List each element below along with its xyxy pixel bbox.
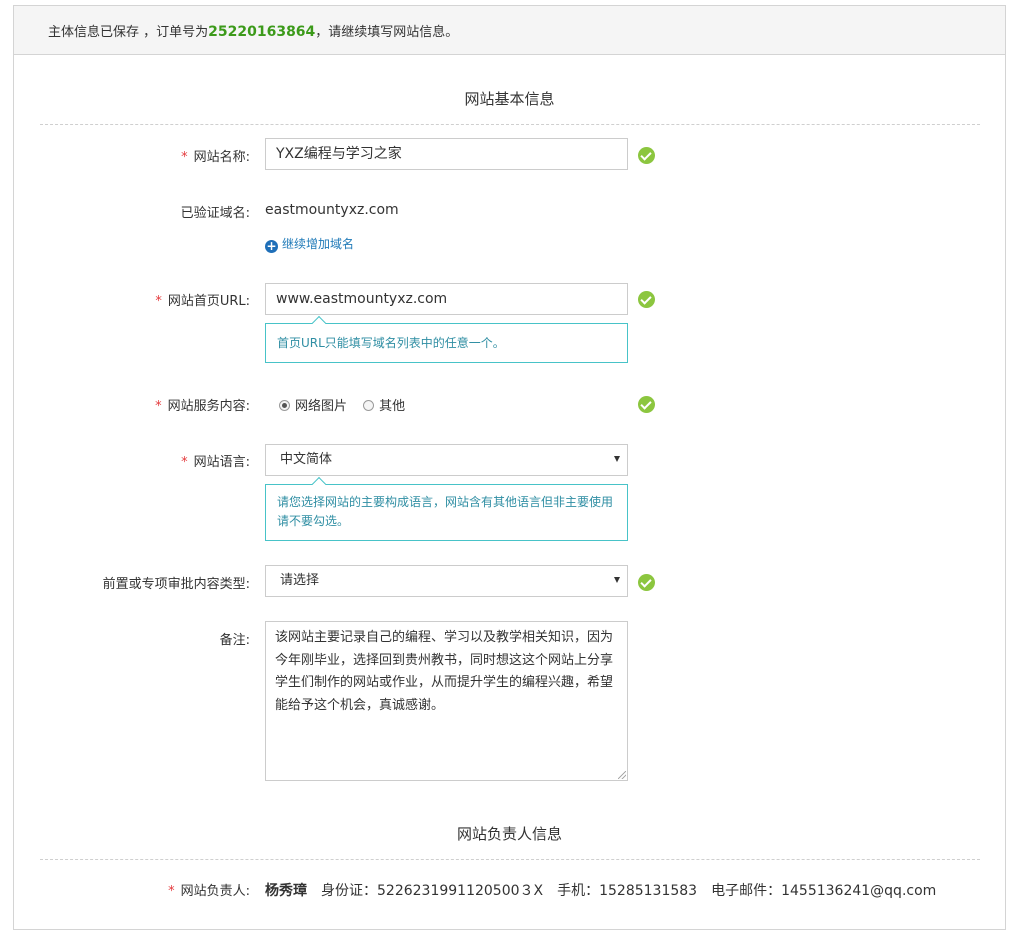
add-domain-link[interactable]: + 继续增加域名 (265, 235, 354, 253)
resize-grip-icon[interactable] (618, 771, 626, 779)
owner-label: * 网站负责人: (168, 884, 250, 899)
owner-email: 电子邮件：1455136241@qq.com (711, 883, 937, 899)
banner-text-after: ，请继续填写网站信息。 (315, 25, 459, 40)
valid-check-icon (638, 147, 655, 164)
radio-selected-icon (279, 400, 290, 411)
valid-check-icon (638, 574, 655, 591)
basic-info-title: 网站基本信息 (464, 90, 555, 108)
dropdown-arrow-icon (614, 577, 620, 583)
owner-id-card: 身份证：5226231991120500３X (321, 883, 544, 899)
banner-message: 主体信息已保存 ，订单号为25220163864，请继续填写网站信息。 (48, 21, 458, 40)
language-label: * 网站语言: (181, 455, 250, 470)
home-url-input[interactable]: www.eastmountyxz.com (265, 283, 628, 315)
home-url-label: * 网站首页URL: (155, 294, 250, 309)
section-divider (40, 124, 980, 125)
owner-phone: 手机：15285131583 (557, 883, 698, 899)
banner-text-before: 主体信息已保存 ，订单号为 (48, 25, 209, 40)
dropdown-arrow-icon (614, 456, 620, 462)
verified-domain-value: eastmountyxz.com (265, 202, 399, 218)
section-divider (40, 859, 980, 860)
verified-domain-label: 已验证域名: (180, 206, 250, 221)
plus-circle-icon: + (265, 239, 278, 253)
required-mark: * (181, 150, 188, 165)
form-frame: 主体信息已保存 ，订单号为25220163864，请继续填写网站信息。 网站基本… (13, 5, 1006, 930)
owner-info-title: 网站负责人信息 (456, 825, 562, 843)
valid-check-icon (638, 396, 655, 413)
radio-network-images[interactable]: 网络图片 (279, 399, 347, 414)
home-url-tip: 首页URL只能填写域名列表中的任意一个。 (265, 323, 628, 363)
remarks-textarea[interactable]: 该网站主要记录自己的编程、学习以及教学相关知识，因为今年刚毕业，选择回到贵州教书… (265, 621, 628, 781)
site-name-input[interactable]: YXZ编程与学习之家 (265, 138, 628, 170)
owner-info: 杨秀璋 身份证：5226231991120500３X 手机：15285131583 电… (265, 880, 936, 900)
save-status-banner: 主体信息已保存 ，订单号为25220163864，请继续填写网站信息。 (14, 6, 1005, 55)
radio-other[interactable]: 其他 (363, 399, 405, 414)
service-content-radios: 网络图片 其他 (279, 395, 417, 414)
owner-name: 杨秀璋 (265, 883, 307, 899)
approval-type-label: 前置或专项审批内容类型: (102, 577, 250, 592)
site-name-label: * 网站名称: (181, 150, 250, 165)
language-select[interactable]: 中文简体 (265, 444, 628, 476)
radio-unselected-icon (363, 400, 375, 411)
order-number: 25220163864 (208, 24, 316, 40)
language-tip: 请您选择网站的主要构成语言，网站含有其他语言但非主要使用请不要勾选。 (265, 484, 628, 541)
valid-check-icon (638, 291, 655, 308)
remarks-label: 备注: (219, 633, 250, 648)
service-content-label: * 网站服务内容: (155, 399, 250, 414)
approval-type-select[interactable]: 请选择 (265, 565, 628, 597)
